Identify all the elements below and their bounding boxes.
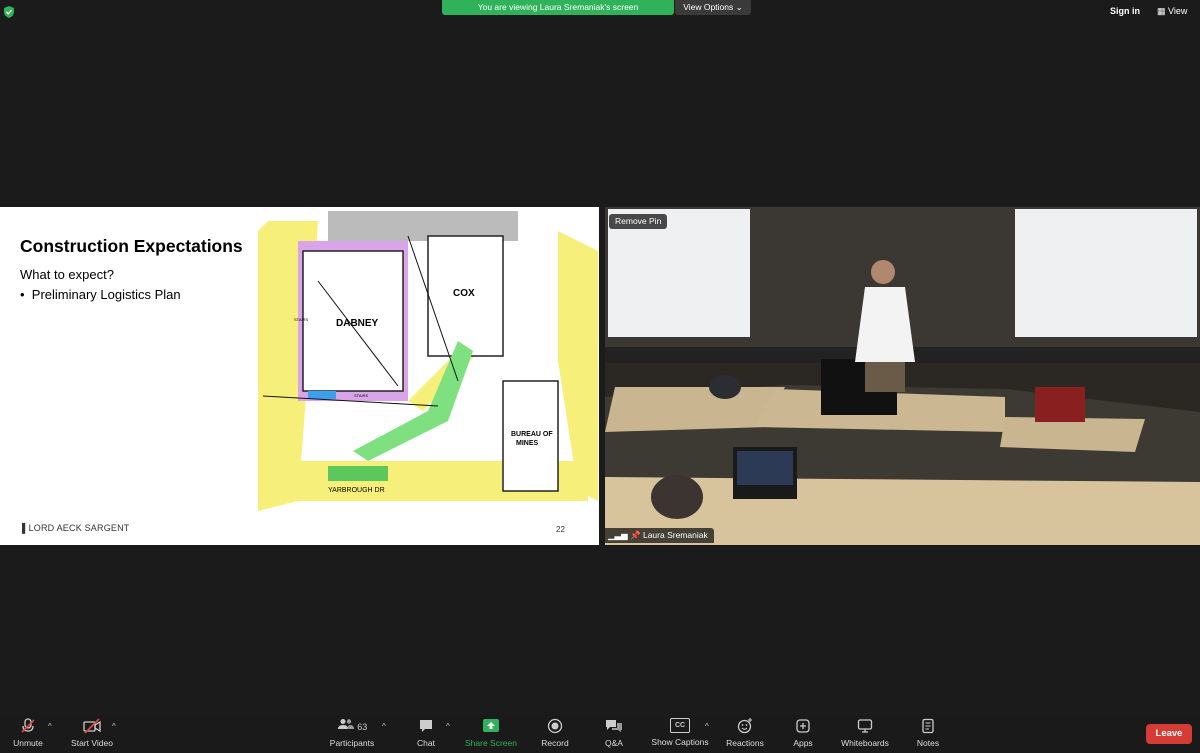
show-captions-label: Show Captions [651,737,709,747]
slide-logo-text: LORD AECK SARGENT [28,523,130,533]
share-screen-icon [483,719,499,732]
apps-button[interactable]: Apps [788,718,818,748]
share-screen-label: Share Screen [465,738,517,748]
reactions-button[interactable]: Reactions [722,718,768,748]
slide-page-number: 22 [556,525,565,534]
unmute-button[interactable]: Unmute [8,718,48,748]
grid-icon: ▦ [1157,6,1166,16]
site-logistics-plan: DABNEY COX BUREAU OF MINES YARBROUGH DR … [258,211,598,521]
chat-button[interactable]: Chat [410,718,442,748]
camera-off-icon [83,718,101,734]
record-icon [547,718,563,734]
whiteboard-icon [857,719,873,733]
qa-button[interactable]: Q&A [598,718,630,748]
sign-in-link[interactable]: Sign in [1110,6,1140,16]
plan-label-stairs: STAIRS [354,393,368,398]
slide-title: Construction Expectations [20,236,243,256]
audio-options-caret[interactable]: ^ [48,722,52,731]
qa-icon [606,720,622,732]
view-label: View [1168,6,1188,16]
captions-icon: CC [670,718,690,733]
signal-icon: ▁▃▅ [608,530,628,540]
whiteboards-label: Whiteboards [841,738,889,748]
reactions-icon [737,718,752,734]
video-options-caret[interactable]: ^ [112,722,116,731]
record-button[interactable]: Record [536,718,574,748]
participants-count: 63 [357,722,368,732]
participant-name-label: ▁▃▅ 📌 Laura Sremaniak [605,528,714,543]
shared-screen: Construction Expectations What to expect… [0,207,599,545]
notes-button[interactable]: Notes [912,718,944,748]
reactions-label: Reactions [726,738,764,748]
unmute-label: Unmute [13,738,43,748]
plan-label-stairs: STAIRS [294,317,308,322]
leave-button[interactable]: Leave [1146,724,1192,744]
participants-label: Participants [329,738,375,748]
slide-subtitle: What to expect? [20,267,114,282]
classroom-video-frame [605,207,1200,545]
view-options-button[interactable]: View Options ⌄ [675,0,751,15]
participant-video[interactable] [605,207,1200,545]
apps-icon [796,719,810,733]
record-label: Record [541,738,569,748]
view-button[interactable]: ▦ View [1157,6,1187,17]
view-options-label: View Options [683,2,734,12]
pin-icon: 📌 [630,530,641,540]
plan-label-cox: COX [453,288,475,299]
notes-label: Notes [916,738,940,748]
participants-options-caret[interactable]: ^ [382,722,386,731]
shield-icon [4,6,14,18]
plan-label-bureau: BUREAU OF [511,431,553,438]
chat-label: Chat [417,738,435,748]
chat-options-caret[interactable]: ^ [446,722,450,731]
remove-pin-button[interactable]: Remove Pin [609,214,668,229]
whiteboards-button[interactable]: Whiteboards [836,718,894,748]
participants-button[interactable]: 63 Participants [326,718,378,748]
plan-label-dabney: DABNEY [336,318,379,329]
participants-icon [337,719,354,729]
microphone-muted-icon [21,718,35,733]
apps-label: Apps [793,738,813,748]
start-video-label: Start Video [71,738,113,748]
plan-label-mines: MINES [516,440,539,447]
show-captions-button[interactable]: CC Show Captions [648,718,712,747]
slide-logo: ▌LORD AECK SARGENT [22,523,130,533]
captions-options-caret[interactable]: ^ [705,722,709,731]
viewing-screen-banner: You are viewing Laura Sremaniak's screen [442,0,674,15]
qa-label: Q&A [605,738,623,748]
start-video-button[interactable]: Start Video [66,718,118,748]
notes-icon [922,718,934,734]
chevron-down-icon: ⌄ [735,2,743,12]
plan-label-street: YARBROUGH DR [328,487,385,494]
slide-bullet-text: Preliminary Logistics Plan [31,287,181,302]
chat-icon [420,720,432,732]
participant-name: Laura Sremaniak [642,530,708,540]
slide-bullet: • Preliminary Logistics Plan [20,287,181,302]
share-screen-button[interactable]: Share Screen [462,718,520,748]
